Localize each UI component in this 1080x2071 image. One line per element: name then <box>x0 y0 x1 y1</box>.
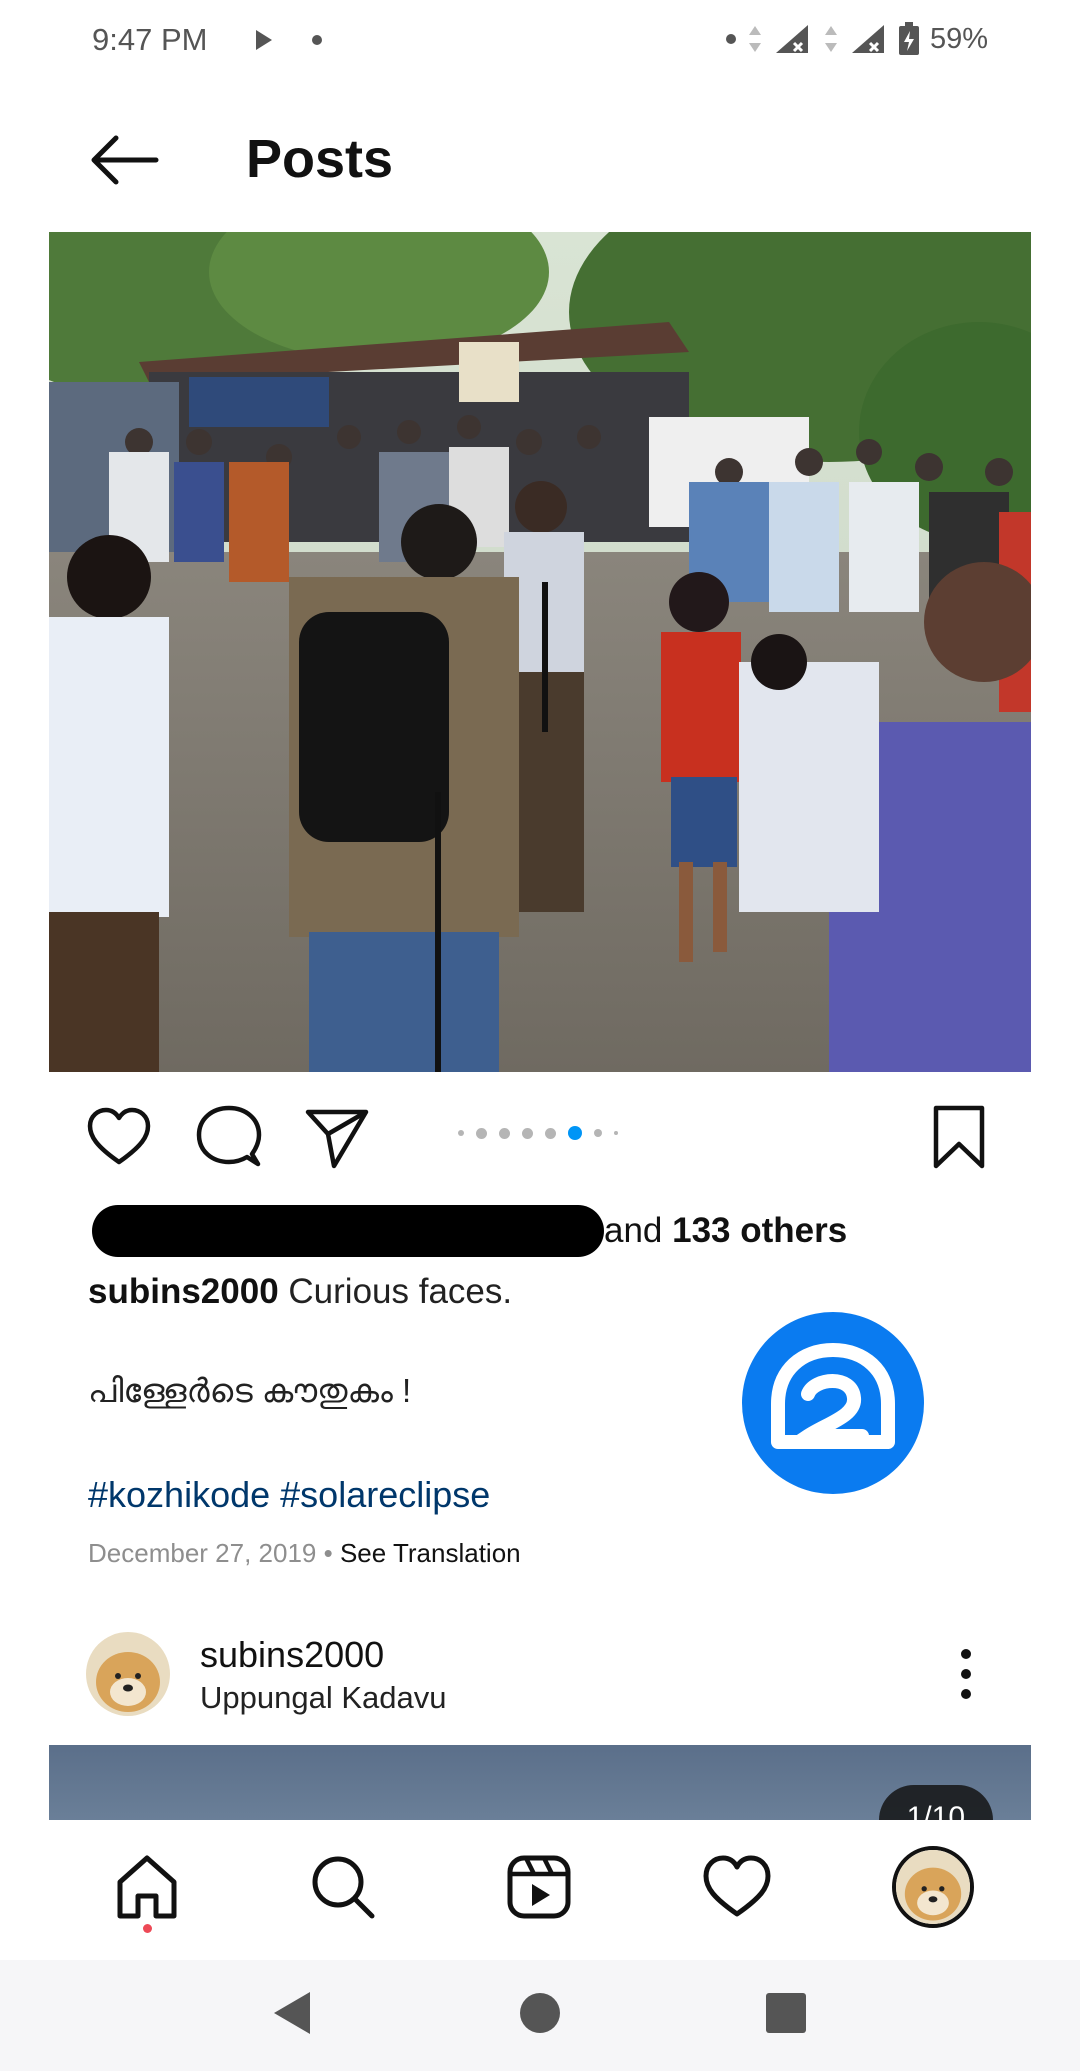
heart-icon[interactable] <box>86 1104 152 1170</box>
app-header: Posts <box>0 110 1080 210</box>
see-translation-link[interactable]: See Translation <box>340 1538 521 1568</box>
caption-malayalam: പിള്ളേർടെ കൗതുകം ! <box>88 1372 412 1409</box>
activity-dot <box>143 1924 152 1933</box>
hashtag-link[interactable]: #solareclipse <box>280 1474 490 1515</box>
carousel-dot <box>594 1129 602 1137</box>
bookmark-icon[interactable] <box>926 1104 992 1170</box>
system-navigation-bar <box>0 1960 1080 2071</box>
carousel-indicator <box>458 1126 618 1140</box>
doge-avatar-image <box>86 1632 170 1716</box>
bottom-navigation <box>0 1820 1080 1960</box>
data-arrows-icon <box>824 26 837 52</box>
caption: subins2000 Curious faces. <box>88 1272 512 1312</box>
post-date: December 27, 2019 <box>88 1538 317 1568</box>
carousel-dot <box>522 1127 533 1139</box>
post-image[interactable] <box>49 232 1031 1072</box>
status-bar: 9:47 PM 59% <box>0 0 1080 80</box>
comment-bubble-icon[interactable] <box>196 1104 262 1170</box>
likes-prefix: and <box>604 1211 673 1250</box>
battery-percent: 59% <box>929 22 988 55</box>
search-icon[interactable] <box>308 1852 378 1922</box>
signal-icon <box>851 25 884 53</box>
carousel-dot-active <box>568 1126 582 1140</box>
profile-avatar[interactable] <box>892 1846 974 1928</box>
hashtags: #kozhikode #solareclipse <box>88 1474 490 1516</box>
carousel-dot <box>476 1127 487 1139</box>
doge-avatar-image <box>896 1850 970 1924</box>
next-post-image[interactable]: 1/10 <box>49 1745 1031 1820</box>
watermark-logo-icon <box>742 1312 924 1494</box>
heart-icon[interactable] <box>702 1852 772 1922</box>
paper-plane-icon[interactable] <box>304 1104 370 1170</box>
status-time: 9:47 PM <box>92 22 208 57</box>
data-arrows-icon <box>748 26 761 52</box>
redacted-liker-names <box>92 1205 604 1257</box>
notification-dot-icon <box>312 35 322 45</box>
meta-separator: • <box>323 1538 333 1568</box>
status-icons: 59% <box>725 22 988 56</box>
likes-count[interactable]: 133 others <box>672 1211 847 1250</box>
carousel-dot <box>614 1131 618 1135</box>
crowd-photo <box>49 232 1031 1072</box>
page-title: Posts <box>246 129 394 189</box>
arrow-left-icon[interactable] <box>86 130 160 190</box>
system-back-icon[interactable] <box>270 1990 314 2036</box>
post-meta: December 27, 2019 • See Translation <box>88 1538 521 1569</box>
caption-text: Curious faces. <box>288 1272 513 1311</box>
reels-icon[interactable] <box>504 1852 574 1922</box>
avatar[interactable] <box>86 1632 170 1716</box>
signal-icon <box>775 25 808 53</box>
system-recents-icon[interactable] <box>764 1990 808 2036</box>
likes-text: and 133 others <box>604 1211 847 1251</box>
post-author-username[interactable]: subins2000 <box>200 1634 384 1676</box>
carousel-dot <box>499 1127 510 1139</box>
battery-charging-icon <box>898 22 919 55</box>
system-home-icon[interactable] <box>518 1990 562 2036</box>
home-icon[interactable] <box>112 1852 182 1922</box>
notification-dot-icon <box>725 34 736 44</box>
post-location[interactable]: Uppungal Kadavu <box>200 1680 446 1716</box>
caption-username[interactable]: subins2000 <box>88 1272 279 1311</box>
carousel-dot <box>545 1127 556 1139</box>
likes-summary[interactable]: and 133 others <box>88 1205 988 1257</box>
hashtag-link[interactable]: #kozhikode <box>88 1474 270 1515</box>
carousel-dot <box>458 1130 464 1136</box>
vertical-dots-icon[interactable] <box>948 1644 984 1704</box>
media-play-icon <box>256 30 272 50</box>
page-counter: 1/10 <box>878 1785 993 1820</box>
